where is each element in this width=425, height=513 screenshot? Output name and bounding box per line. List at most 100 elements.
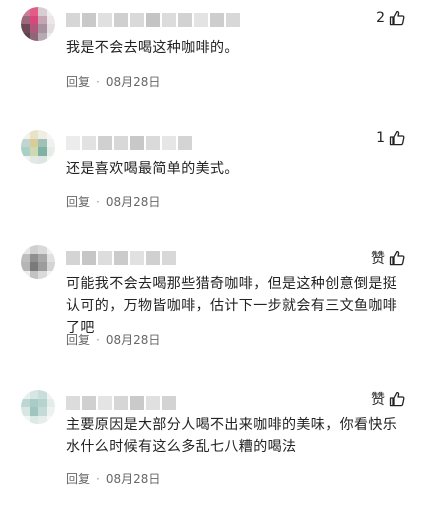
comment-meta: 回复 · 08月28日 [66,331,160,348]
avatar-mosaic-cell [29,155,38,164]
avatar-mosaic-cell [46,398,55,407]
comment-text: 还是喜欢喝最简单的美式。 [66,161,239,177]
username-mosaic-cell [130,396,144,410]
username-mosaic-cell [82,13,96,27]
avatar-mosaic-cell [46,415,55,424]
username-mosaic-cell [130,13,144,27]
username-mosaic-cell [114,251,128,265]
avatar-mosaic-cell [38,24,47,33]
avatar-mosaic-cell [29,262,38,271]
avatar-mosaic-cell [21,15,30,24]
avatar[interactable] [21,390,55,424]
avatar-mosaic-cell [46,7,55,16]
comment-text: 可能我不会去喝那些猎奇咖啡，但是这种创意倒是挺认可的，万物皆咖啡，估计下一步就会… [66,276,398,336]
avatar-mosaic-cell [38,398,47,407]
comment-date: 08月28日 [105,472,161,486]
avatar-mosaic-cell [46,32,55,41]
like-count: 1 [376,130,385,146]
avatar-mosaic-cell [46,270,55,279]
username-mosaic-cell [210,13,224,27]
avatar-mosaic-cell [29,32,38,41]
avatar-mosaic-cell [38,415,47,424]
reply-button[interactable]: 回复 [66,193,90,210]
username-blurred[interactable] [66,396,176,410]
avatar[interactable] [21,130,55,164]
like-button[interactable]: 赞 [371,248,405,268]
avatar-mosaic-cell [21,138,30,147]
username-mosaic-cell [178,13,192,27]
like-button[interactable]: 2 [376,10,405,26]
avatar-mosaic-cell [29,245,38,254]
username-mosaic-cell [66,396,80,410]
username-mosaic-cell [178,136,192,150]
avatar[interactable] [21,7,55,41]
username-mosaic-cell [82,396,96,410]
avatar-mosaic-cell [29,24,38,33]
username-mosaic-cell [66,13,80,27]
avatar-mosaic-cell [29,270,38,279]
avatar-mosaic-cell [21,398,30,407]
meta-separator: · [96,332,100,347]
avatar-mosaic-cell [38,32,47,41]
avatar-mosaic-cell [21,130,30,139]
reply-button[interactable]: 回复 [66,470,90,487]
avatar-mosaic-cell [46,390,55,399]
avatar-mosaic-cell [38,262,47,271]
username-mosaic-cell [146,396,160,410]
username-blurred[interactable] [66,13,240,27]
avatar[interactable] [21,245,55,279]
avatar-mosaic-cell [21,407,30,416]
avatar-mosaic-cell [38,270,47,279]
avatar-mosaic-cell [29,138,38,147]
like-button[interactable]: 赞 [371,389,405,409]
avatar-mosaic-cell [21,245,30,254]
thumbs-up-icon [389,391,405,407]
username-blurred[interactable] [66,251,176,265]
avatar-mosaic-cell [46,138,55,147]
thumbs-up-icon [389,250,405,266]
username-mosaic-cell [114,13,128,27]
username-mosaic-cell [114,396,128,410]
comment-meta: 回复 · 08月28日 [66,193,160,210]
comment-text: 我是不会去喝这种咖啡的。 [66,40,239,56]
username-mosaic-cell [226,13,240,27]
avatar-mosaic-cell [46,15,55,24]
meta-separator: · [96,74,100,89]
username-blurred[interactable] [66,136,192,150]
avatar-mosaic-cell [21,253,30,262]
like-count: 2 [376,10,385,26]
avatar-mosaic-cell [46,130,55,139]
avatar-mosaic-cell [46,253,55,262]
reply-button[interactable]: 回复 [66,331,90,348]
username-mosaic-cell [146,251,160,265]
username-mosaic-cell [130,136,144,150]
like-label: 赞 [371,251,385,267]
username-mosaic-cell [146,136,160,150]
username-mosaic-cell [66,136,80,150]
avatar-mosaic-cell [46,262,55,271]
comment-date: 08月28日 [105,75,161,89]
avatar-mosaic-cell [21,270,30,279]
reply-button[interactable]: 回复 [66,73,90,90]
avatar-mosaic-cell [29,7,38,16]
avatar-mosaic-cell [38,138,47,147]
username-mosaic-cell [66,251,80,265]
avatar-mosaic-cell [21,262,30,271]
thumbs-up-icon [389,10,405,26]
avatar-mosaic-cell [46,24,55,33]
username-mosaic-cell [162,251,176,265]
avatar-mosaic-cell [21,32,30,41]
avatar-mosaic-cell [46,155,55,164]
avatar-mosaic-cell [29,147,38,156]
avatar-mosaic-cell [38,130,47,139]
comment-date: 08月28日 [105,333,161,347]
meta-separator: · [96,194,100,209]
meta-separator: · [96,471,100,486]
avatar-mosaic-cell [38,253,47,262]
comment-meta: 回复 · 08月28日 [66,470,160,487]
avatar-mosaic-cell [38,7,47,16]
avatar-mosaic-cell [21,155,30,164]
like-button[interactable]: 1 [376,130,405,146]
avatar-mosaic-cell [21,415,30,424]
username-mosaic-cell [162,136,176,150]
